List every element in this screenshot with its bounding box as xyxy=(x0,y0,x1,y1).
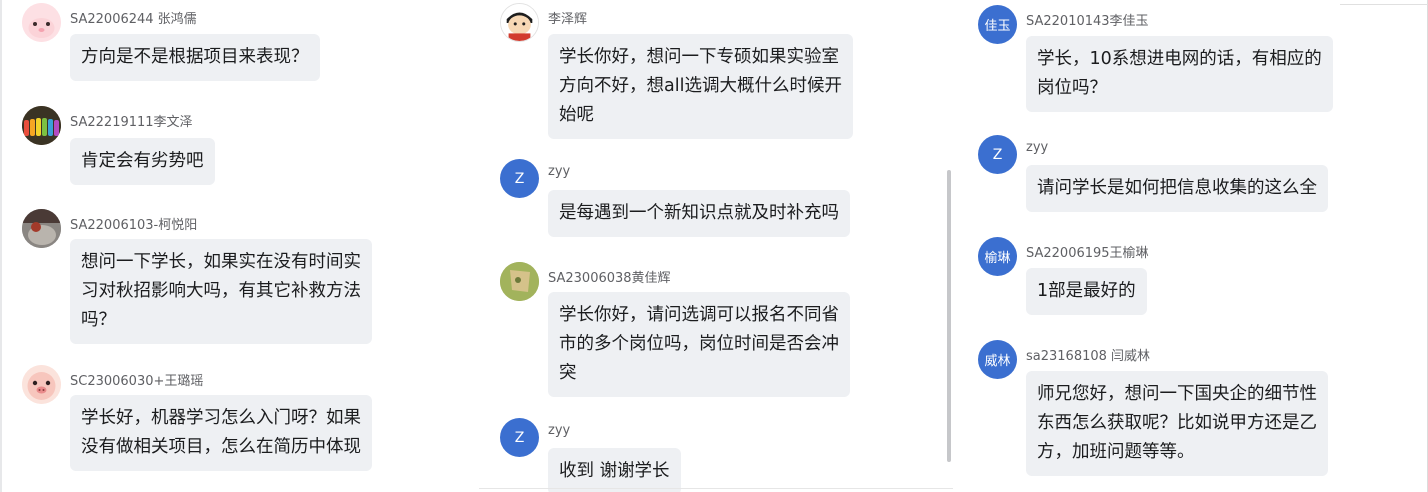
divider xyxy=(1340,4,1428,5)
chat-message: Z zyy 请问学长是如何把信息收集的这么全 xyxy=(978,135,1418,219)
message-bubble[interactable]: 肯定会有劣势吧 xyxy=(70,138,215,185)
chat-message: 榆琳 SA22006195王榆琳 1部是最好的 xyxy=(978,237,1418,321)
chat-message: SA23006038黄佳辉 学长你好，请问选调可以报名不同省 市的多个岗位吗，岗… xyxy=(500,262,940,402)
user-avatar[interactable]: Z xyxy=(500,418,539,457)
message-bubble[interactable]: 学长好，机器学习怎么入门呀？如果 没有做相关项目，怎么在简历中体现 xyxy=(70,395,372,471)
message-bubble[interactable]: 学长你好，请问选调可以报名不同省 市的多个岗位吗，岗位时间是否会冲 突 xyxy=(548,292,850,397)
user-avatar[interactable]: 威林 xyxy=(978,340,1017,379)
chat-message: 威林 sa23168108 闫威林 师兄您好，想问一下国央企的细节性 东西怎么获… xyxy=(978,340,1418,485)
cartoon-boy-avatar[interactable] xyxy=(500,3,539,42)
user-avatar[interactable]: Z xyxy=(500,159,539,198)
user-avatar[interactable]: Z xyxy=(978,135,1017,174)
pink-cartoon-avatar-image xyxy=(22,3,61,42)
message-bubble[interactable]: 是每遇到一个新知识点就及时补充吗 xyxy=(548,190,850,237)
photo-avatar[interactable] xyxy=(22,209,61,248)
message-bubble[interactable]: 1部是最好的 xyxy=(1026,268,1147,315)
message-bubble[interactable]: 收到 谢谢学长 xyxy=(548,448,681,492)
chat-message: 佳玉 SA22010143李佳玉 学长，10系想进电网的话，有相应的 岗位吗？ xyxy=(978,5,1418,120)
user-avatar[interactable]: 佳玉 xyxy=(978,5,1017,44)
sender-name: zyy xyxy=(1026,140,1049,155)
message-bubble[interactable]: 想问一下学长，如果实在没有时间实 习对秋招影响大吗，有其它补救方法 吗？ xyxy=(70,239,372,344)
pig-cartoon-avatar-image xyxy=(22,365,61,404)
chat-panel-left[interactable]: SA22006244 张鸿儒 方向是不是根据项目来表现？ SA22219111李… xyxy=(0,0,476,492)
pink-cartoon-avatar[interactable] xyxy=(22,3,61,42)
message-bubble[interactable]: 学长你好，想问一下专硕如果实验室 方向不好，想all选调大概什么时候开 始呢 xyxy=(548,34,853,139)
message-bubble[interactable]: 学长，10系想进电网的话，有相应的 岗位吗？ xyxy=(1026,36,1333,112)
chat-message: SA22219111李文泽 肯定会有劣势吧 xyxy=(22,106,462,190)
chat-screenshot: SA22006244 张鸿儒 方向是不是根据项目来表现？ SA22219111李… xyxy=(0,0,1428,492)
user-avatar[interactable]: 榆琳 xyxy=(978,237,1017,276)
sender-name: SC23006030+王璐瑶 xyxy=(70,374,204,389)
green-photo-avatar[interactable] xyxy=(500,262,539,301)
chat-message: Z zyy 收到 谢谢学长 xyxy=(500,418,940,492)
chat-message: Z zyy 是每遇到一个新知识点就及时补充吗 xyxy=(500,159,940,243)
cartoon-boy-avatar-image xyxy=(501,4,538,41)
chat-message: SA22006244 张鸿儒 方向是不是根据项目来表现？ xyxy=(22,3,462,93)
green-photo-avatar-image xyxy=(500,262,539,301)
divider xyxy=(479,488,953,489)
colorful-photo-avatar[interactable] xyxy=(22,106,61,145)
vertical-scrollbar[interactable] xyxy=(947,170,951,462)
message-bubble[interactable]: 方向是不是根据项目来表现？ xyxy=(70,34,320,81)
chat-panel-right[interactable]: 佳玉 SA22010143李佳玉 学长，10系想进电网的话，有相应的 岗位吗？ … xyxy=(956,0,1428,492)
colorful-photo-avatar-image xyxy=(22,106,61,145)
sender-name: SA22006244 张鸿儒 xyxy=(70,12,197,27)
divider xyxy=(0,0,2,492)
pig-cartoon-avatar[interactable] xyxy=(22,365,61,404)
sender-name: SA23006038黄佳辉 xyxy=(548,271,671,286)
sender-name: SA22010143李佳玉 xyxy=(1026,14,1149,29)
message-bubble[interactable]: 请问学长是如何把信息收集的这么全 xyxy=(1026,165,1328,212)
sender-name: SA22006103-柯悦阳 xyxy=(70,218,198,233)
chat-message: SA22006103-柯悦阳 想问一下学长，如果实在没有时间实 习对秋招影响大吗… xyxy=(22,209,462,349)
sender-name: SA22219111李文泽 xyxy=(70,115,193,130)
sender-name: sa23168108 闫威林 xyxy=(1026,349,1151,364)
chat-panel-middle[interactable]: 李泽辉 学长你好，想问一下专硕如果实验室 方向不好，想all选调大概什么时候开 … xyxy=(479,0,953,492)
photo-avatar-image xyxy=(22,209,61,248)
sender-name: 李泽辉 xyxy=(548,12,588,27)
sender-name: zyy xyxy=(548,423,571,438)
sender-name: zyy xyxy=(548,164,571,179)
chat-message: 李泽辉 学长你好，想问一下专硕如果实验室 方向不好，想all选调大概什么时候开 … xyxy=(500,3,940,143)
sender-name: SA22006195王榆琳 xyxy=(1026,246,1149,261)
message-bubble[interactable]: 师兄您好，想问一下国央企的细节性 东西怎么获取呢？比如说甲方还是乙 方，加班问题… xyxy=(1026,371,1328,476)
chat-message: SC23006030+王璐瑶 学长好，机器学习怎么入门呀？如果 没有做相关项目，… xyxy=(22,365,462,480)
